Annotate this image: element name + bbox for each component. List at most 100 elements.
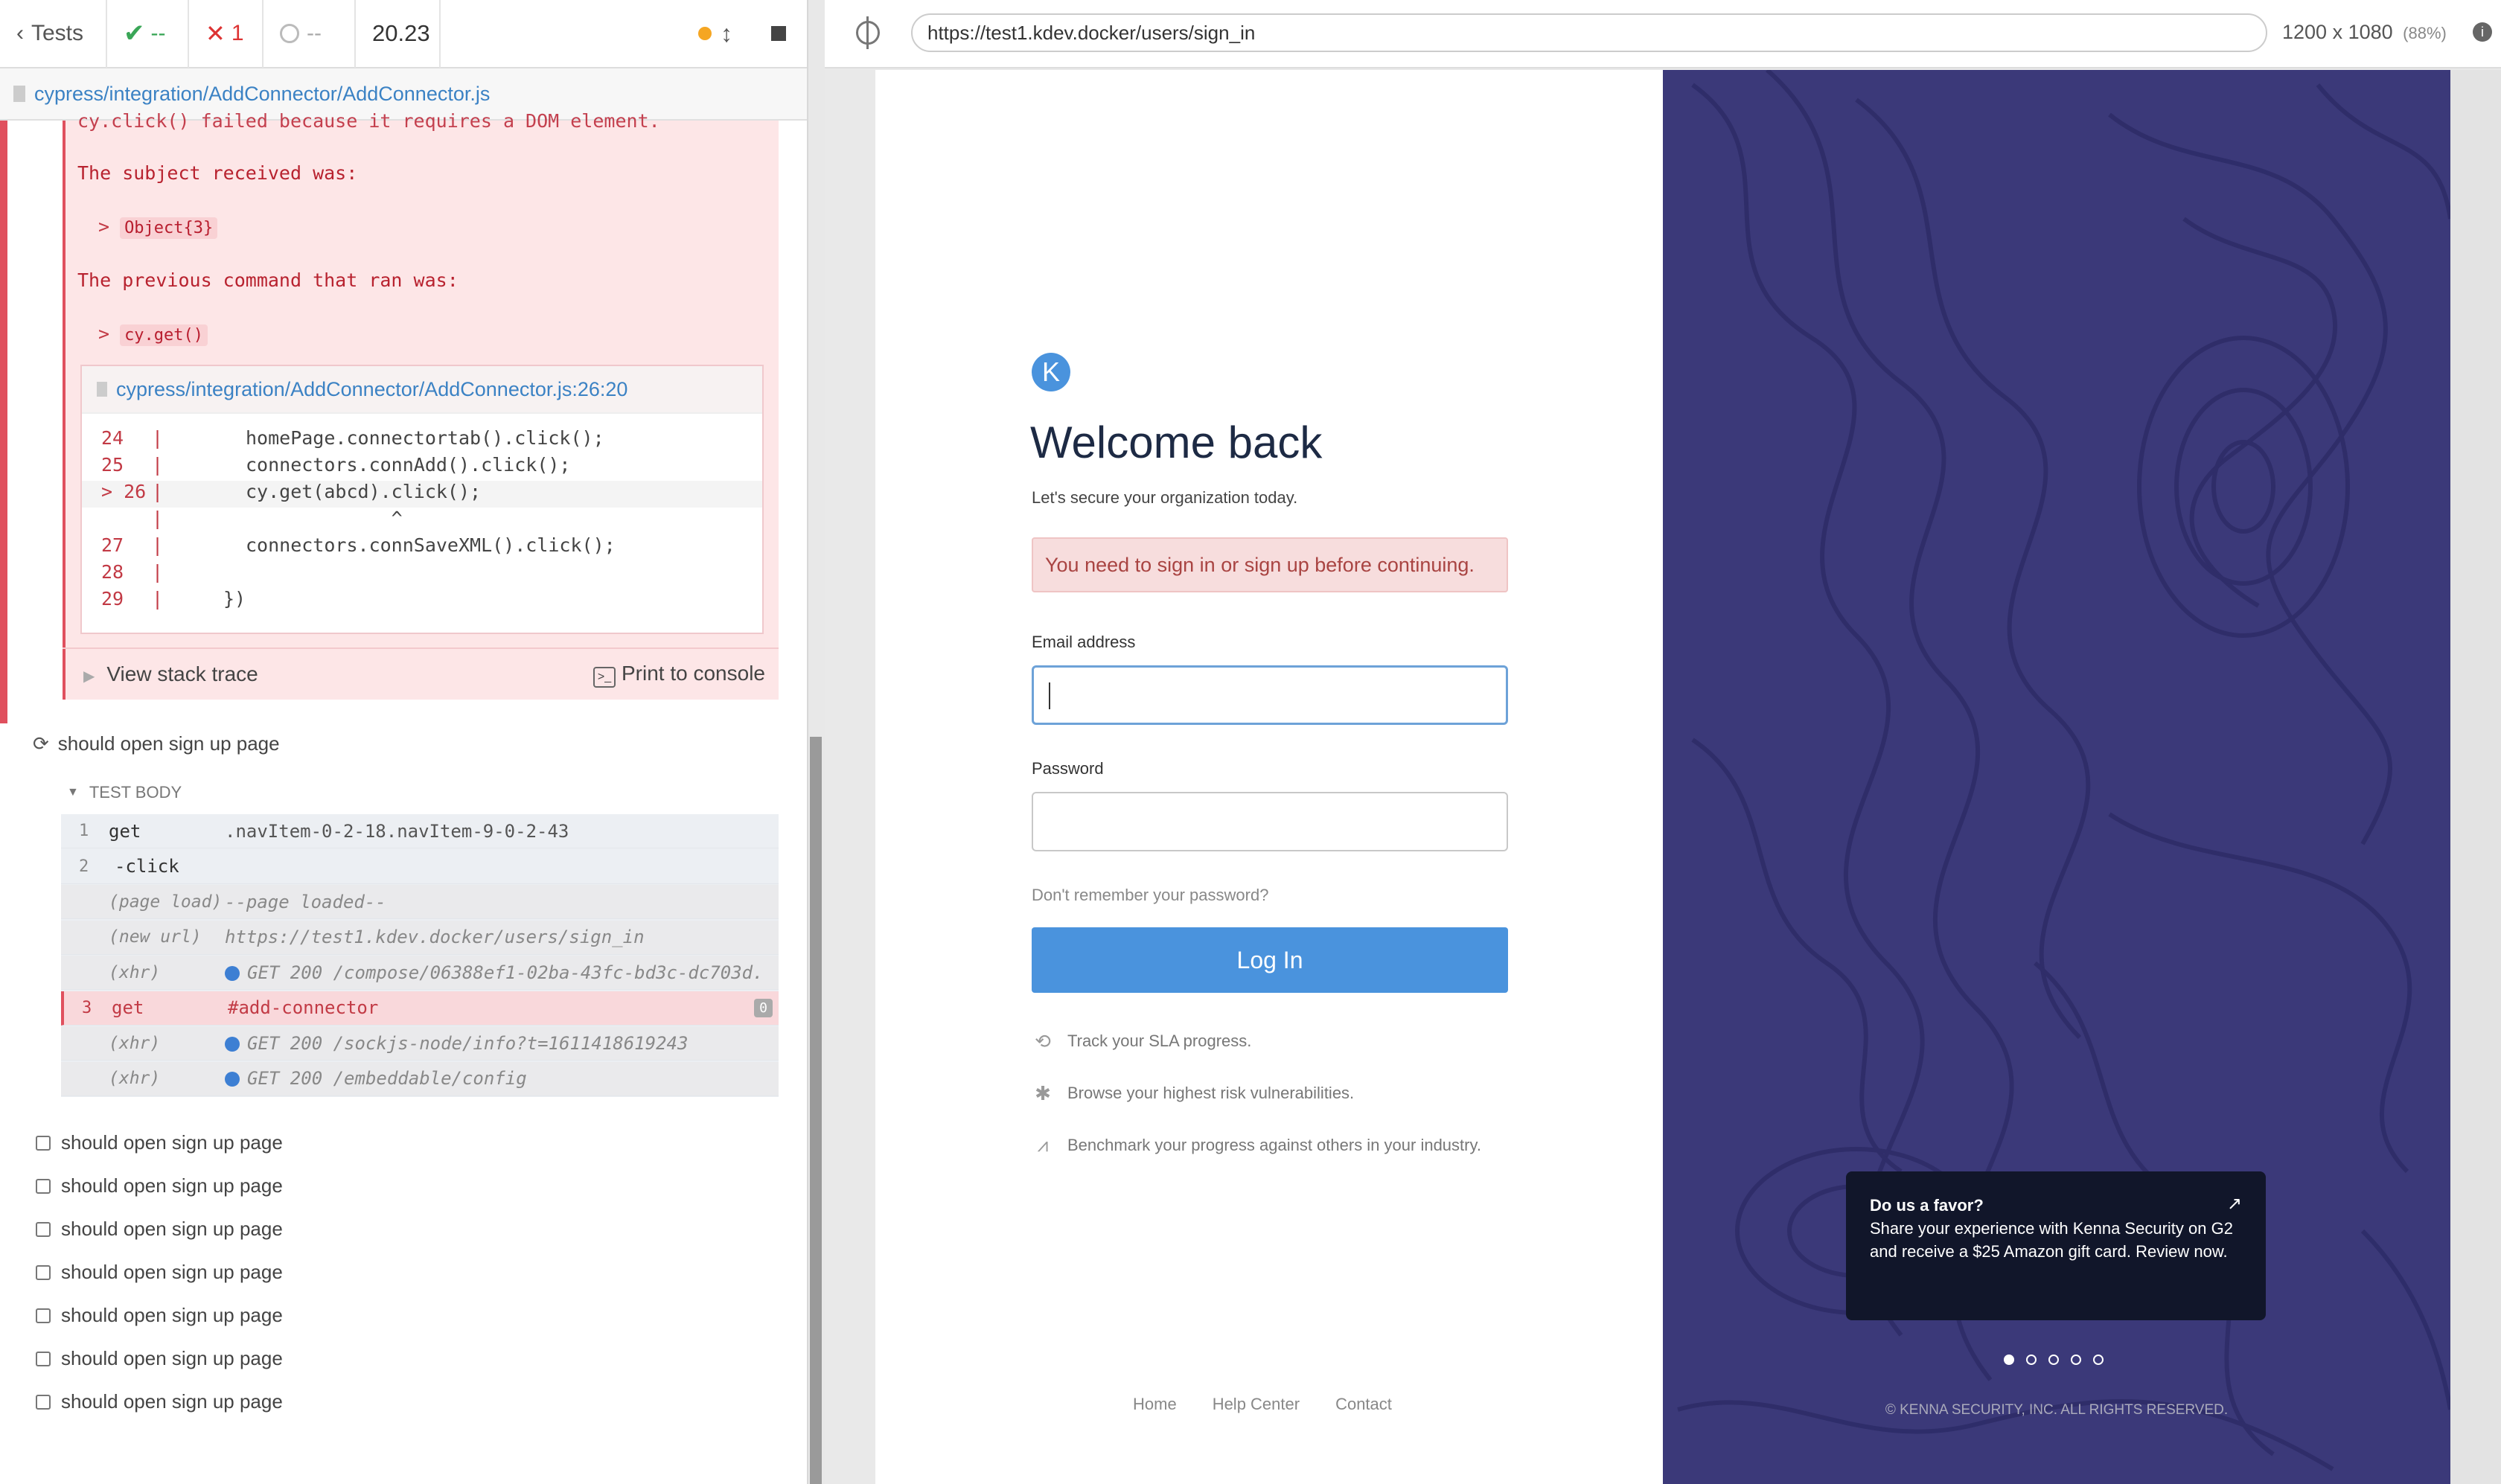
code-line: 24 | homePage.connectortab().click(); — [82, 427, 762, 454]
viewport-gutter — [2450, 70, 2501, 1484]
checkbox-outline-icon — [36, 1135, 51, 1151]
test-title: should open sign up page — [61, 1390, 283, 1413]
command-name: (xhr) — [109, 1033, 161, 1053]
command-row[interactable]: (new url) https://test1.kdev.docker/users… — [61, 920, 779, 955]
login-button[interactable]: Log In — [1032, 927, 1508, 993]
command-row[interactable]: (xhr) GET 200 /sockjs-node/info?t=1611418… — [61, 1026, 779, 1061]
command-row[interactable]: (xhr) GET 200 /embeddable/config — [61, 1061, 779, 1096]
command-name: (xhr) — [109, 962, 161, 982]
command-name: get — [109, 820, 141, 842]
external-link-icon[interactable]: ↗ — [2227, 1192, 2242, 1215]
footer-link[interactable]: Home — [1133, 1395, 1177, 1414]
stack-trace-row: ▶ View stack trace >_ Print to console — [63, 647, 779, 700]
command-number: 1 — [79, 822, 89, 840]
review-prompt-title: Do us a favor? — [1870, 1196, 1984, 1215]
command-name: -click — [115, 856, 179, 877]
code-line: 25 | connectors.connAdd().click(); — [82, 454, 762, 481]
copyright: © KENNA SECURITY, INC. ALL RIGHTS RESERV… — [1885, 1402, 2229, 1418]
page-subtitle: Let's secure your organization today. — [1032, 488, 1298, 507]
code-line-text: homePage.connectortab().click(); — [246, 427, 604, 449]
reporter-header: ‹ Tests ✔ -- ✕ 1 -- 20.23 ↕ — [0, 0, 807, 68]
circle-pending-icon — [280, 24, 299, 43]
command-message: --page loaded-- — [225, 891, 386, 912]
code-line-text: ^ — [246, 508, 403, 529]
test-title: should open sign up page — [61, 1131, 283, 1154]
password-label: Password — [1032, 759, 1104, 778]
test-body-header[interactable]: ▼ TEST BODY — [67, 783, 182, 802]
feature-text: Benchmark your progress against others i… — [1067, 1136, 1481, 1154]
command-row[interactable]: 1 get .navItem-0-2-18.navItem-9-0-2-43 — [61, 814, 779, 848]
url-bar[interactable]: https://test1.kdev.docker/users/sign_in — [911, 13, 2267, 52]
carousel-dot[interactable] — [2026, 1355, 2037, 1365]
previous-command-value: > cy.get() — [98, 323, 208, 346]
checkbox-outline-icon — [36, 1394, 51, 1410]
command-message: GET 200 /compose/06388ef1-02ba-43fc-bd3c… — [225, 962, 761, 983]
command-message: .navItem-0-2-18.navItem-9-0-2-43 — [225, 820, 569, 842]
caret-right-icon: ▶ — [83, 668, 95, 685]
code-line: 27 | connectors.connSaveXML().click(); — [82, 534, 762, 561]
email-label: Email address — [1032, 633, 1136, 651]
terminal-icon: >_ — [593, 666, 616, 688]
command-row[interactable]: (page load) --page loaded-- — [61, 885, 779, 919]
code-frame-file-link[interactable]: cypress/integration/AddConnector/AddConn… — [82, 366, 762, 414]
print-to-console-button[interactable]: >_ Print to console — [593, 662, 765, 688]
pending-test-item[interactable]: should open sign up page — [36, 1347, 283, 1370]
stop-icon[interactable] — [771, 26, 786, 41]
code-line-number: 29 — [101, 588, 124, 610]
auto-scroll-icon[interactable]: ↕ — [721, 20, 732, 48]
feature-item: ⟲ Track your SLA progress. — [1032, 1030, 1251, 1052]
text-caret — [1049, 682, 1050, 709]
view-stack-trace-button[interactable]: ▶ View stack trace — [83, 662, 258, 686]
signin-panel — [875, 70, 1663, 1484]
carousel-dot[interactable] — [2071, 1355, 2081, 1365]
command-name: get — [112, 997, 144, 1018]
code-line: 29 |}) — [82, 588, 762, 615]
element-count-badge: 0 — [754, 998, 773, 1017]
code-gutter-bar: | — [152, 534, 164, 556]
pending-test-item[interactable]: should open sign up page — [36, 1174, 283, 1197]
test-title: should open sign up page — [61, 1304, 283, 1326]
footer-link[interactable]: Contact — [1335, 1395, 1392, 1414]
pending-test-item[interactable]: should open sign up page — [36, 1261, 283, 1284]
carousel-dot[interactable] — [2004, 1355, 2014, 1365]
pending-test-item[interactable]: should open sign up page — [36, 1304, 283, 1327]
review-prompt-card[interactable]: Do us a favor? Share your experience wit… — [1846, 1171, 2266, 1320]
running-test-title[interactable]: ⟳ should open sign up page — [33, 732, 280, 755]
passed-count: ✔ -- — [107, 0, 189, 68]
carousel-dot[interactable] — [2048, 1355, 2059, 1365]
code-line: 28 | — [82, 561, 762, 588]
previous-command-label: The previous command that ran was: — [77, 269, 459, 291]
subject-label: The subject received was: — [77, 162, 358, 184]
pending-test-item[interactable]: should open sign up page — [36, 1131, 283, 1154]
checkbox-outline-icon — [36, 1351, 51, 1366]
email-field[interactable] — [1032, 665, 1508, 725]
caret-down-icon: ▼ — [67, 786, 79, 799]
crosshair-icon — [866, 16, 869, 49]
code-line-text: }) — [223, 588, 246, 610]
code-line-text: cy.get(abcd).click(); — [246, 481, 482, 502]
command-number: 2 — [79, 857, 89, 876]
code-line-number: 24 — [101, 427, 124, 449]
command-row[interactable]: 2 -click — [61, 850, 779, 884]
test-title: should open sign up page — [61, 1347, 283, 1369]
password-field[interactable] — [1032, 792, 1508, 851]
error-stripe — [0, 121, 7, 723]
command-name: (xhr) — [109, 1069, 161, 1088]
pending-test-item[interactable]: should open sign up page — [36, 1390, 283, 1413]
footer-link[interactable]: Help Center — [1213, 1395, 1300, 1414]
pending-test-item[interactable]: should open sign up page — [36, 1218, 283, 1241]
code-line-number: 28 — [101, 561, 124, 583]
command-message: #add-connector — [228, 997, 379, 1018]
command-row[interactable]: (xhr) GET 200 /compose/06388ef1-02ba-43fc… — [61, 956, 779, 990]
pending-count: -- — [263, 0, 356, 68]
info-icon[interactable]: i — [2473, 22, 2492, 42]
carousel-dot[interactable] — [2093, 1355, 2104, 1365]
feature-text: Track your SLA progress. — [1067, 1032, 1252, 1050]
forgot-password-link[interactable]: Don't remember your password? — [1032, 886, 1268, 905]
reporter-scrollbar-thumb[interactable] — [810, 737, 822, 1484]
command-log: 1 get .navItem-0-2-18.navItem-9-0-2-43 2 -cl… — [61, 814, 779, 1097]
command-row[interactable]: 3 get #add-connector 0 — [61, 991, 779, 1026]
code-gutter-bar: | — [152, 508, 164, 529]
bug-icon: ✱ — [1035, 1081, 1051, 1104]
tests-back-button[interactable]: ‹ Tests — [0, 0, 107, 68]
